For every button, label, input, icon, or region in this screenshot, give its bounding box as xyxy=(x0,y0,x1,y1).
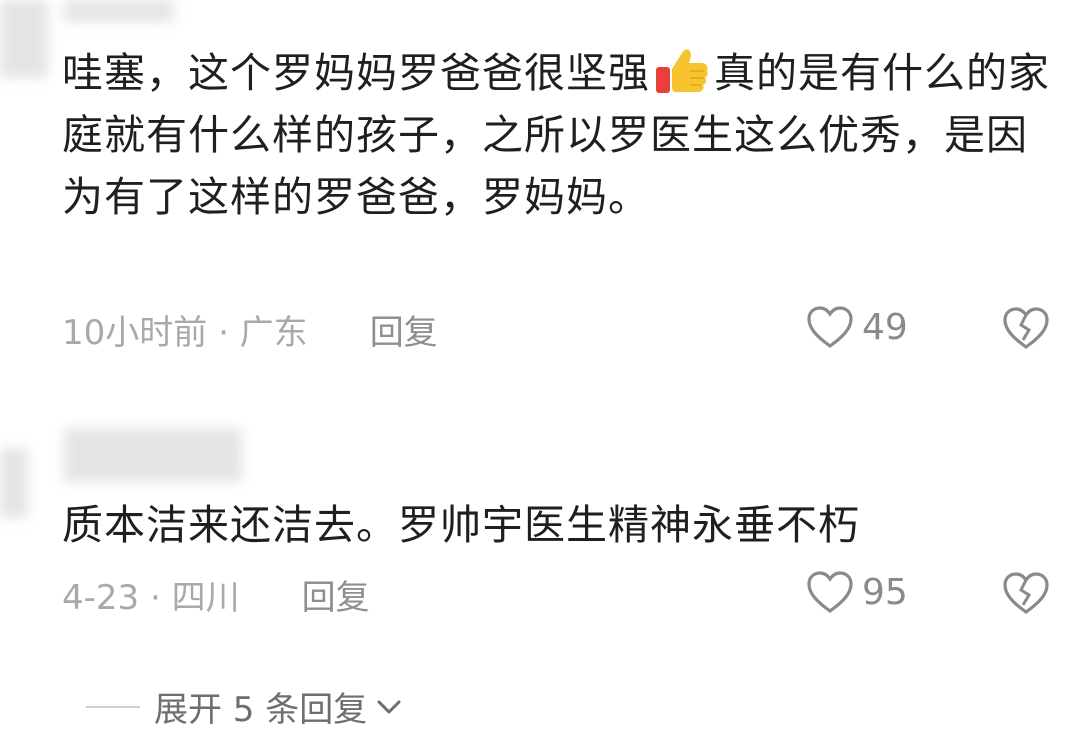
comment-time-location: 10小时前 · 广东 xyxy=(62,312,308,353)
reply-button[interactable]: 回复 xyxy=(370,305,438,354)
comment-text-part: 质本洁来还洁去。罗帅宇医生精神永垂不朽 xyxy=(62,501,860,549)
like-count: 49 xyxy=(862,306,908,348)
expand-replies-label: 展开 5 条回复 xyxy=(154,690,368,730)
heart-outline-icon xyxy=(807,571,853,613)
avatar-blurred xyxy=(0,0,48,78)
chevron-down-icon xyxy=(377,700,401,713)
comment-text: 质本洁来还洁去。罗帅宇医生精神永垂不朽 xyxy=(62,494,1052,556)
heart-outline-icon xyxy=(807,306,853,348)
comment-meta: 10小时前 · 广东 回复 xyxy=(62,305,438,354)
username-blurred xyxy=(64,428,242,482)
expand-replies-button[interactable]: 展开 5 条回复 xyxy=(86,682,403,731)
comment-meta: 4-23 · 四川 回复 xyxy=(62,570,370,619)
avatar-blurred xyxy=(0,448,28,518)
comment-time-location: 4-23 · 四川 xyxy=(62,577,240,618)
comment-text-part: 哇塞，这个罗妈妈罗爸爸很坚强 xyxy=(62,49,650,97)
like-button[interactable]: 95 xyxy=(806,570,908,614)
broken-heart-icon xyxy=(1003,572,1049,614)
username-blurred xyxy=(64,0,174,22)
thumbs-up-icon xyxy=(654,47,710,95)
comment-text: 哇塞，这个罗妈妈罗爸爸很坚强 真的是有什么的家庭就有什么样的孩子，之所以罗医生这… xyxy=(62,42,1052,228)
broken-heart-icon xyxy=(1003,307,1049,349)
like-button[interactable]: 49 xyxy=(806,305,908,349)
divider-line xyxy=(86,705,140,708)
like-count: 95 xyxy=(862,571,908,613)
comment-list: 哇塞，这个罗妈妈罗爸爸很坚强 真的是有什么的家庭就有什么样的孩子，之所以罗医生这… xyxy=(0,0,1080,748)
dislike-button[interactable] xyxy=(1002,306,1050,354)
dislike-button[interactable] xyxy=(1002,571,1050,619)
reply-button[interactable]: 回复 xyxy=(302,570,370,619)
